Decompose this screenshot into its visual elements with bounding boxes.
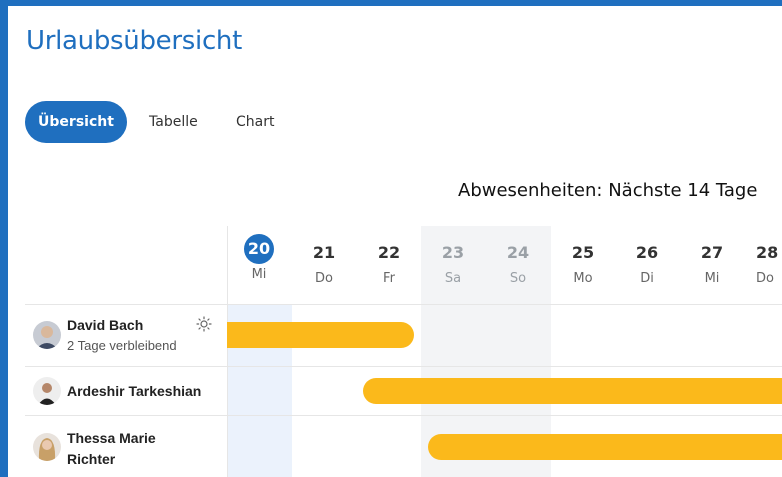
page-title: Urlaubsübersicht xyxy=(26,26,243,56)
row-divider xyxy=(25,366,782,367)
day-header: 23 Sa xyxy=(421,234,485,286)
weekday-label: Do xyxy=(315,271,333,286)
day-header: 21 Do xyxy=(292,234,356,286)
weekday-label: Do xyxy=(756,271,774,286)
day-header: 22 Fr xyxy=(357,234,421,286)
person-name[interactable]: Ardeshir Tarkeshian xyxy=(67,383,201,399)
day-header: 26 Di xyxy=(615,234,679,286)
weekday-label: So xyxy=(509,271,527,286)
day-number: 23 xyxy=(441,243,465,262)
day-number-today: 20 xyxy=(244,234,274,264)
avatar xyxy=(33,433,61,461)
tab-overview[interactable]: Übersicht xyxy=(25,101,127,143)
day-number: 26 xyxy=(635,243,659,262)
day-header: 27 Mi xyxy=(680,234,744,286)
absence-bar[interactable] xyxy=(363,378,782,404)
day-number: 24 xyxy=(506,243,530,262)
day-number: 27 xyxy=(700,243,724,262)
person-name-line2[interactable]: Richter xyxy=(67,451,115,467)
row-divider xyxy=(25,415,782,416)
row-divider xyxy=(25,304,782,305)
tab-table[interactable]: Tabelle xyxy=(149,101,198,143)
absence-bar[interactable] xyxy=(428,434,782,460)
weekday-label: Mi xyxy=(251,267,267,282)
tab-chart[interactable]: Chart xyxy=(236,101,274,143)
day-number: 21 xyxy=(312,243,336,262)
weekday-label: Fr xyxy=(383,271,395,286)
weekday-label: Sa xyxy=(444,271,462,286)
weekday-label: Mo xyxy=(573,271,593,286)
weekday-label: Di xyxy=(640,271,654,286)
window-frame-top xyxy=(0,0,782,6)
calendar-heading: Abwesenheiten: Nächste 14 Tage xyxy=(458,180,758,201)
window-frame-left xyxy=(0,0,8,477)
person-name-line1[interactable]: Thessa Marie xyxy=(67,430,156,446)
day-header: 24 So xyxy=(486,234,550,286)
day-number: 28 xyxy=(756,243,779,262)
avatar xyxy=(33,377,61,405)
day-header: 28 Do xyxy=(740,234,782,286)
avatar xyxy=(33,321,61,349)
day-header: 25 Mo xyxy=(551,234,615,286)
day-header: 20 Mi xyxy=(227,234,291,282)
day-number: 22 xyxy=(377,243,401,262)
day-number: 25 xyxy=(571,243,595,262)
person-name[interactable]: David Bach xyxy=(67,317,143,333)
sun-icon xyxy=(196,316,212,332)
weekday-label: Mi xyxy=(704,271,720,286)
remaining-days: 2 Tage verbleibend xyxy=(67,338,177,353)
absence-bar[interactable] xyxy=(227,322,414,348)
